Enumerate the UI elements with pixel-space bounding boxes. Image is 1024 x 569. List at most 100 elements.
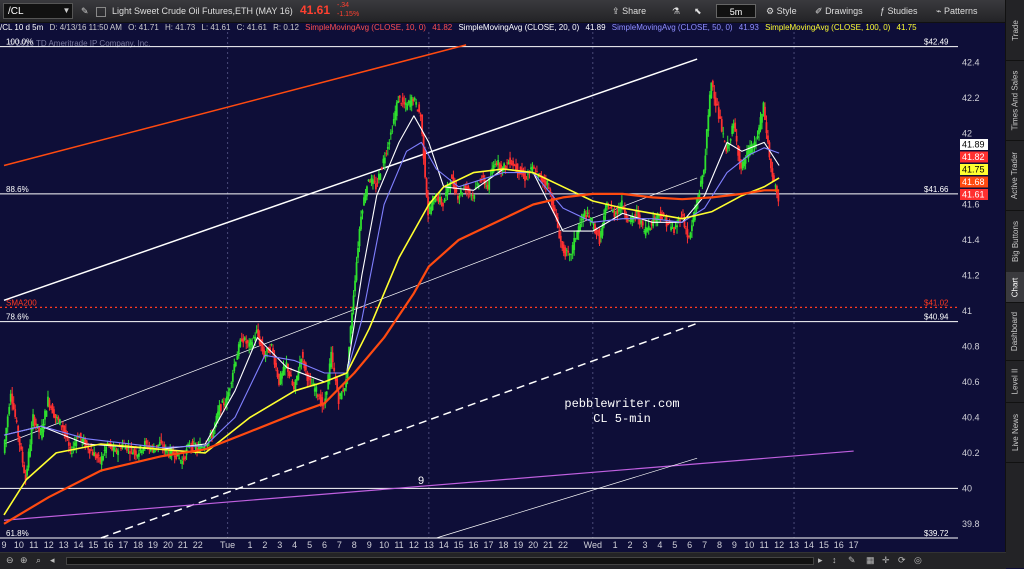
x-tick-label: 4 [292,540,297,550]
candle-body [18,436,21,446]
candle-body [203,446,206,449]
candle-body [42,423,45,433]
candle-body [38,427,40,433]
annotation-site: pebblewriter.com [564,397,679,411]
candle-body [704,155,707,171]
style-icon: ⚙ [766,6,775,16]
share-label: Share [622,6,647,16]
sma20-label[interactable]: SimpleMovingAvg (CLOSE, 20, 0) [458,23,579,32]
pointer-icon[interactable]: ⬉ [694,3,702,19]
studies-button[interactable]: ƒ Studies [880,3,918,19]
timeframe-select[interactable]: 5m [716,4,756,18]
zoom-in-icon[interactable]: ⊕ [20,555,28,566]
trendline [436,457,698,539]
style-button[interactable]: ⚙ Style [766,3,797,19]
candle-body [70,453,73,454]
refresh-icon[interactable]: ⟳ [898,555,906,566]
annotation-subtitle: CL 5-min [593,412,651,426]
candle-body [14,409,17,417]
crosshair-icon[interactable]: ✛ [882,555,890,566]
pencil-icon[interactable]: ✎ [81,4,89,18]
x-tick-label: 11 [29,540,38,550]
x-tick-label: 10 [14,540,24,550]
candle-body [735,135,738,142]
candle-body [315,386,318,392]
candle-body [228,388,231,391]
tab-live-news[interactable]: Live News [1006,402,1024,463]
top-toolbar: /CL ▼ ✎ Light Sweet Crude Oil Futures,ET… [0,0,1006,23]
candle-body [3,439,6,453]
x-tick-label: 13 [59,540,69,550]
zoom-out-icon[interactable]: ⊖ [6,555,14,566]
tab-chart[interactable]: Chart [1006,272,1024,303]
sma10-label[interactable]: SimpleMovingAvg (CLOSE, 10, 0) [305,23,426,32]
x-tick-label: 15 [819,540,829,550]
tab-trade[interactable]: Trade [1006,0,1024,61]
drawing-toggle-icon[interactable]: ✎ [848,555,856,566]
last-price: 41.61 [300,3,331,17]
candle-body [458,195,461,198]
candle-body [383,157,386,164]
candle-body [231,372,234,382]
candle-body [689,232,692,238]
candle-body [219,404,222,412]
share-button[interactable]: ⇪ Share [612,3,646,19]
tab-times-and-sales[interactable]: Times And Sales [1006,60,1024,141]
candle-body [553,207,556,211]
tab-level-ii[interactable]: Level II [1006,360,1024,403]
left-arrow-icon[interactable]: ◂ [50,555,55,566]
candle-body [701,175,704,184]
bar-high: H: 41.73 [165,23,196,32]
grid-icon[interactable] [96,7,106,17]
y-tick-label: 42.4 [962,58,980,68]
candle-body [21,451,24,463]
candle-body [680,216,683,218]
tab-active-trader[interactable]: Active Trader [1006,140,1024,211]
right-arrow-icon[interactable]: ▸ [818,555,823,566]
candle-body [135,450,137,456]
candle-body [443,199,446,203]
candle-body [193,442,195,444]
tab-dashboard[interactable]: Dashboard [1006,302,1024,361]
candle-body [461,193,464,194]
magnifier-icon[interactable]: ⌕ [36,555,41,566]
candle-body [316,394,319,397]
level-label: 78.6% [6,313,29,322]
x-tick-label: 12 [774,540,784,550]
x-tick-label: 17 [118,540,128,550]
expand-icon[interactable]: ↕ [832,555,837,565]
candle-body [707,115,710,131]
price-label: 41.89 [962,140,985,150]
drawings-button[interactable]: ✐ Drawings [815,3,863,19]
candle-body [604,208,607,215]
candle-body [597,230,599,233]
y-tick-label: 42 [962,129,972,139]
candle-body [564,247,567,257]
flask-icon[interactable]: ⚗ [672,3,680,19]
candle-body [354,280,356,292]
sma100-label[interactable]: SimpleMovingAvg (CLOSE, 100, 0) [765,23,890,32]
candle-body [349,326,352,343]
grid-toggle-icon[interactable]: ▦ [866,555,875,566]
tab-big-buttons[interactable]: Big Buttons [1006,210,1024,273]
bar-datetime: D: 4/13/16 11:50 AM [49,23,122,32]
candle-body [117,450,119,456]
symbol-dropdown-icon[interactable]: ▼ [60,3,73,19]
candle-body [58,419,61,425]
candle-body [331,352,334,363]
y-tick-label: 42.2 [962,93,980,103]
x-tick-label: 14 [74,540,84,550]
x-tick-label: 1 [613,540,618,550]
camera-icon[interactable]: ◎ [914,555,922,566]
candle-body [406,103,409,110]
chart-scrollbar[interactable] [66,557,814,565]
sma50-label[interactable]: SimpleMovingAvg (CLOSE, 50, 0) [612,23,733,32]
candle-body [391,130,394,132]
candle-body [343,388,346,391]
candle-body [685,227,687,229]
patterns-button[interactable]: ⌁ Patterns [936,3,977,19]
price-chart[interactable]: © 2016 TD Ameritrade IP Company, Inc. pe… [0,32,1006,552]
candle-body [386,146,389,149]
candle-body [476,183,479,185]
candle-body [236,355,239,360]
